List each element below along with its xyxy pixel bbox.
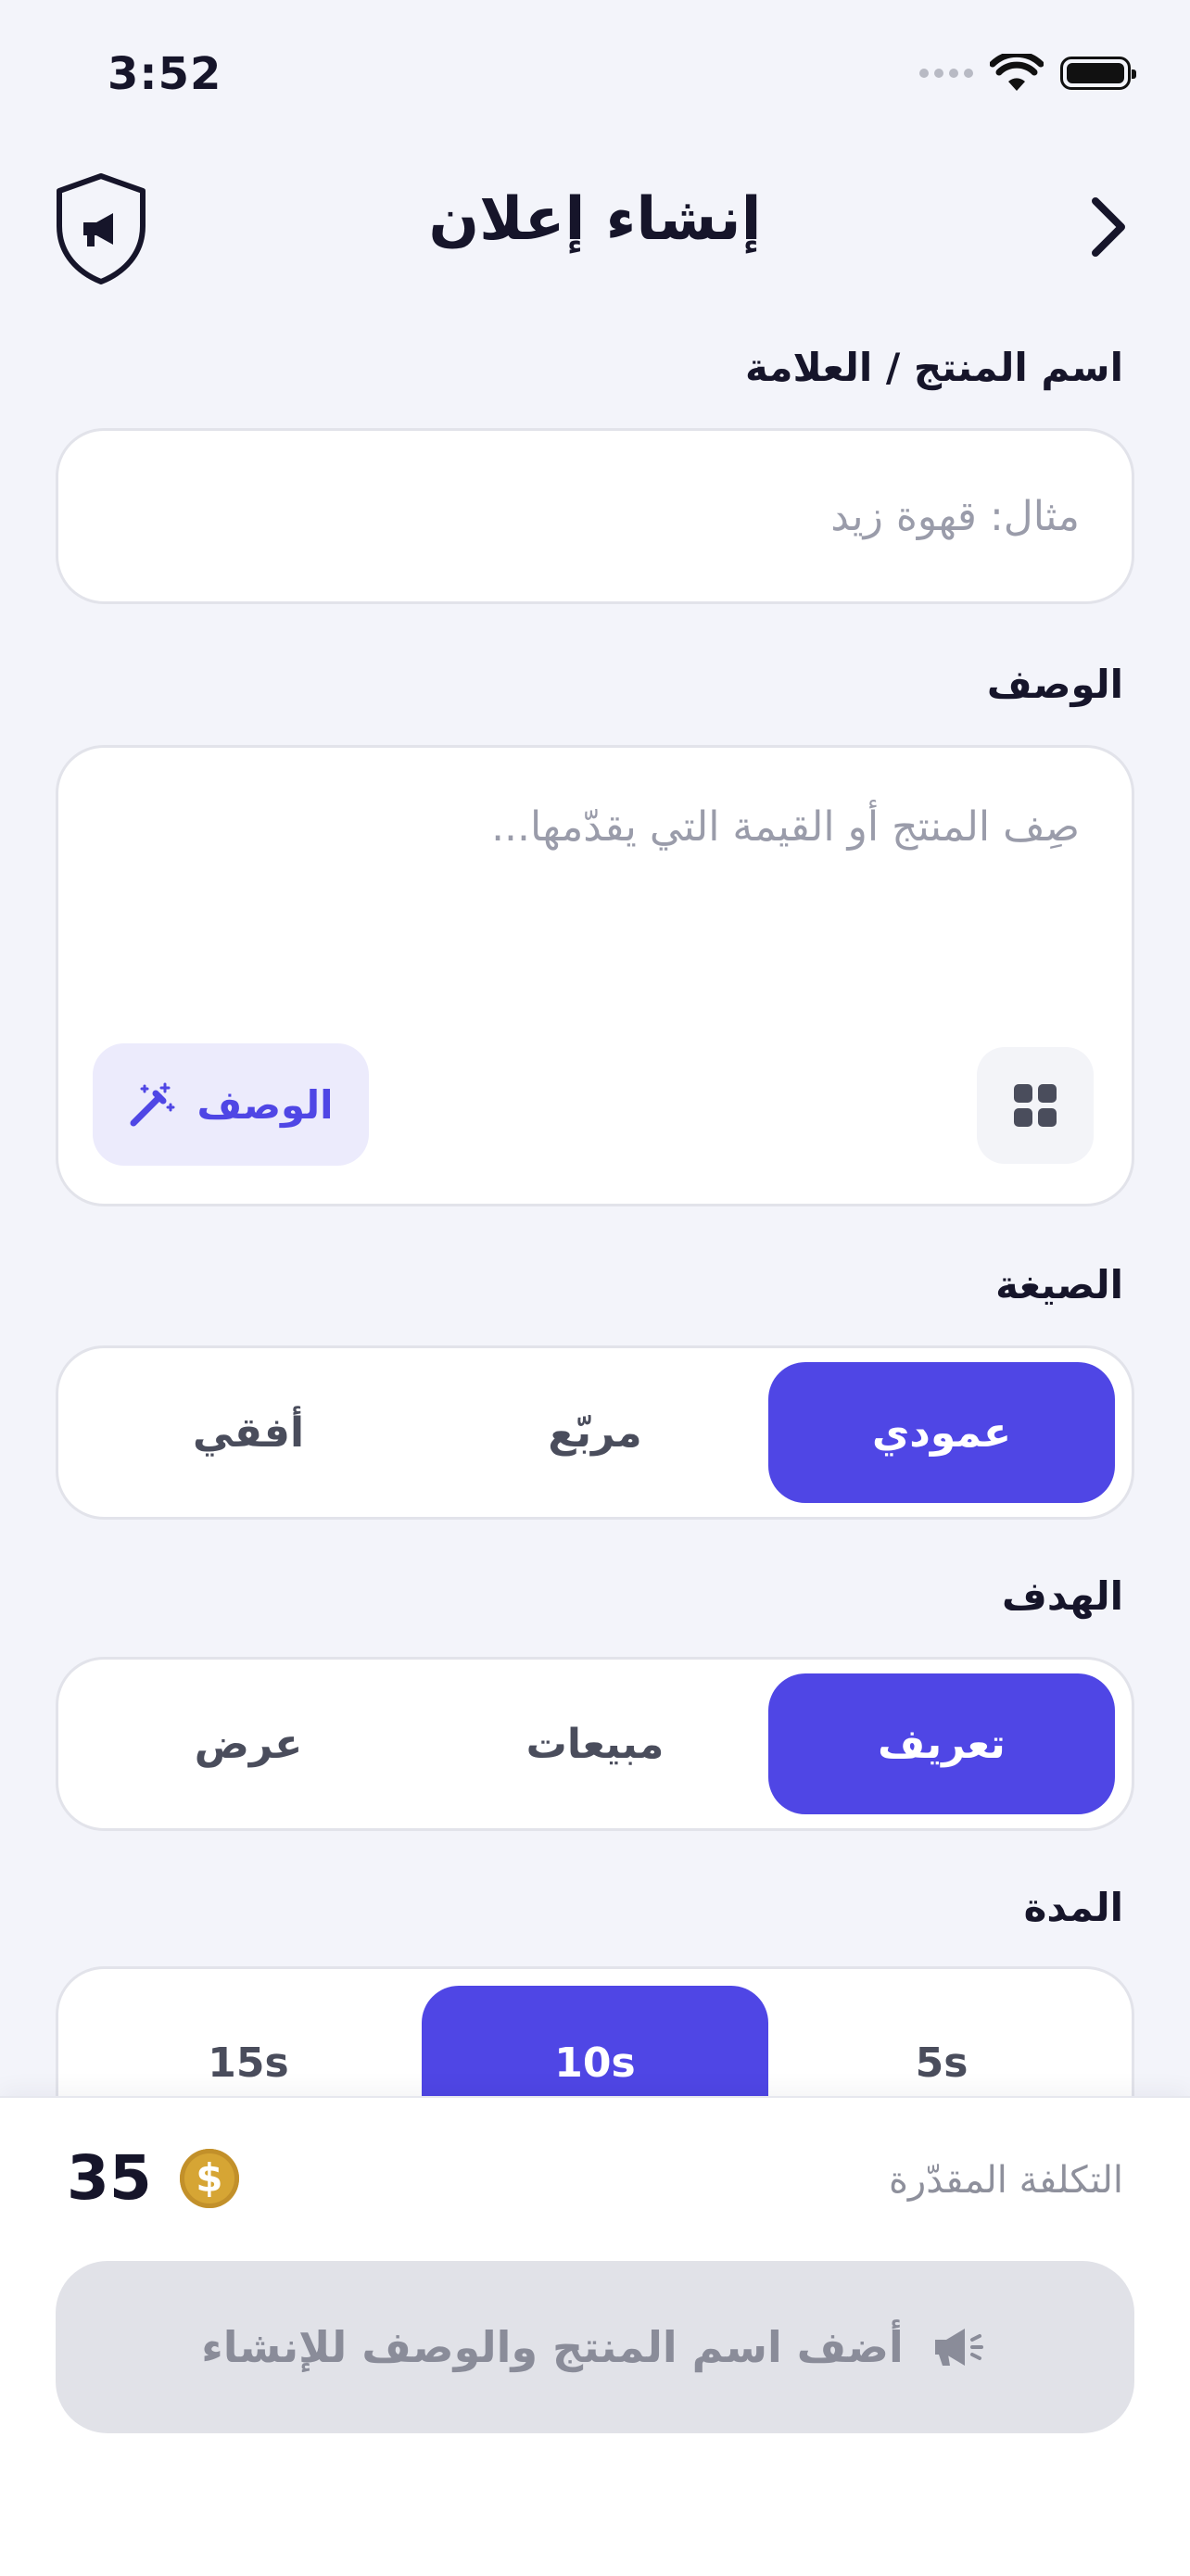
estimated-cost: 35 $: [67, 2142, 239, 2214]
coin-icon: $: [179, 2148, 239, 2208]
goal-option-awareness[interactable]: تعريف: [768, 1673, 1115, 1814]
format-segmented-control: عمودي مربّع أفقي: [56, 1345, 1134, 1520]
goal-segmented-control: تعريف مبيعات عرض: [56, 1657, 1134, 1831]
product-name-input[interactable]: [58, 431, 1132, 601]
status-time: 3:52: [108, 48, 222, 100]
cost-amount: 35: [67, 2142, 152, 2214]
generate-description-button[interactable]: الوصف: [93, 1043, 369, 1166]
format-label: الصيغة: [995, 1262, 1123, 1307]
goal-option-sales[interactable]: مبيعات: [422, 1673, 768, 1814]
format-option-horizontal[interactable]: أفقي: [75, 1362, 422, 1503]
battery-icon: [1060, 57, 1136, 90]
chevron-right-icon[interactable]: [1075, 190, 1140, 264]
duration-label: المدة: [1023, 1885, 1123, 1930]
grid-icon: [1014, 1084, 1057, 1127]
estimated-cost-label: التكلفة المقدّرة: [888, 2159, 1123, 2202]
goal-option-offer[interactable]: عرض: [75, 1673, 422, 1814]
create-ad-button[interactable]: أضف اسم المنتج والوصف للإنشاء: [56, 2261, 1134, 2433]
generate-description-label: الوصف: [196, 1081, 334, 1128]
product-name-field-container: [56, 428, 1134, 604]
page-title: إنشاء إعلان: [428, 185, 762, 254]
format-option-square[interactable]: مربّع: [422, 1362, 768, 1503]
create-ad-button-label: أضف اسم المنتج والوصف للإنشاء: [201, 2322, 904, 2372]
format-option-vertical[interactable]: عمودي: [768, 1362, 1115, 1503]
templates-button[interactable]: [977, 1047, 1094, 1164]
goal-label: الهدف: [1002, 1573, 1123, 1619]
product-name-label: اسم المنتج / العلامة: [745, 345, 1123, 390]
wifi-icon: [990, 54, 1044, 91]
signal-icon: [919, 69, 973, 78]
status-icons: [919, 54, 1136, 93]
description-input[interactable]: [58, 748, 1132, 1026]
description-label: الوصف: [986, 662, 1123, 707]
magic-wand-icon: [130, 1082, 175, 1127]
megaphone-icon: [934, 2329, 983, 2366]
